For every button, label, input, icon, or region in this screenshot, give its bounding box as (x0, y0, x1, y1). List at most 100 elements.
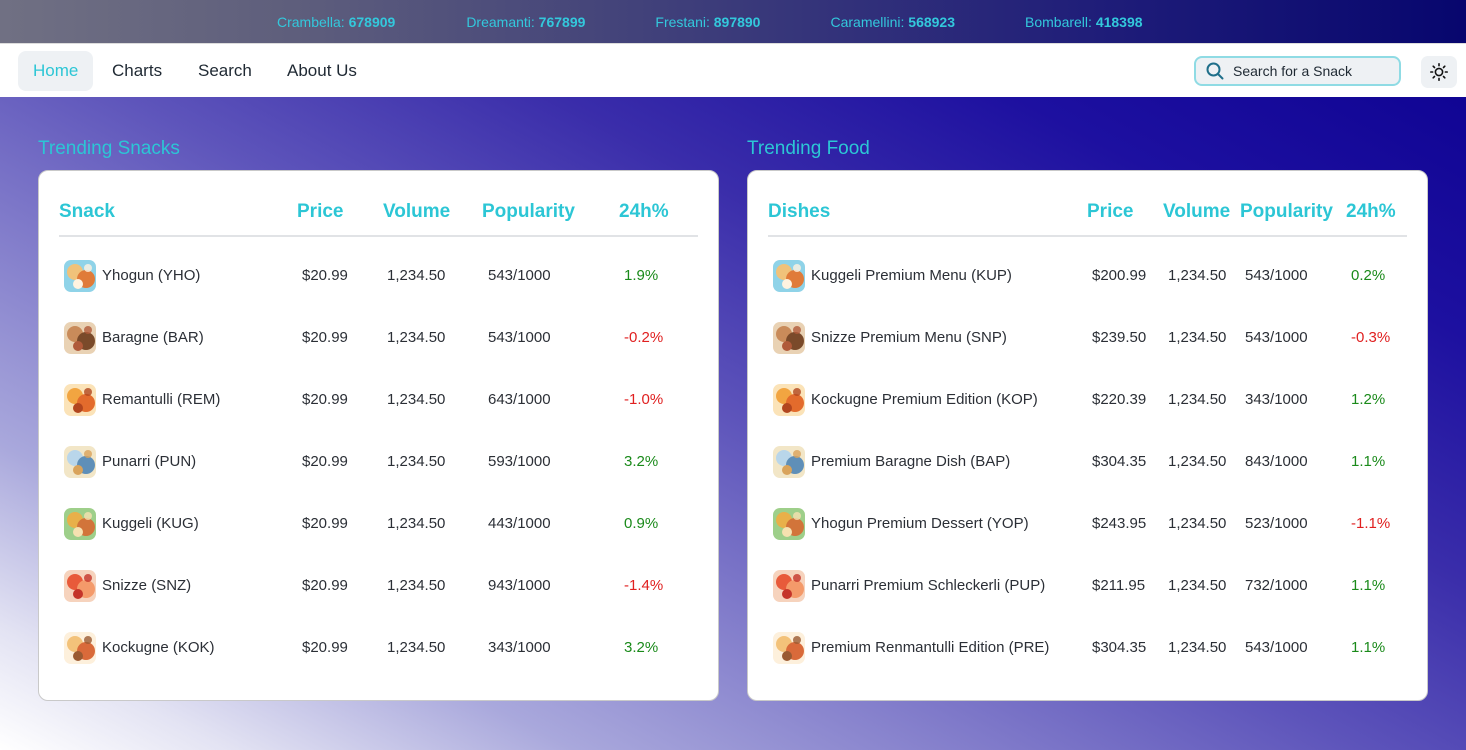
item-name: Premium Renmantulli Edition (PRE) (811, 638, 1050, 656)
food-thumbnail-image (773, 632, 805, 664)
col-header-dishes: Dishes (768, 201, 831, 222)
table-row[interactable]: Premium Baragne Dish (BAP) $304.35 1,234.5… (748, 433, 1429, 495)
volume-cell: 1,234.50 (387, 329, 446, 346)
item-name-cell: Yhogun Premium Dessert (YOP) (773, 508, 1029, 540)
item-name-cell: Punarri (PUN) (64, 446, 196, 478)
price-cell: $239.50 (1092, 329, 1147, 346)
price-cell: $20.99 (302, 329, 348, 346)
ticker-name: Caramellini: (830, 13, 905, 30)
volume-cell: 1,234.50 (1168, 577, 1227, 594)
item-name-cell: Kockugne (KOK) (64, 632, 215, 664)
table-row[interactable]: Punarri Premium Schleckerli (PUP) $211.95… (748, 557, 1429, 619)
price-cell: $20.99 (302, 515, 348, 532)
ticker-item: Crambella: 678909 (277, 14, 395, 30)
table-header: Dishes Price Volume Popularity 24h% (768, 201, 1407, 237)
nav-home-link[interactable]: Home (18, 51, 94, 91)
table-row[interactable]: Yhogun Premium Dessert (YOP) $243.95 1,234… (748, 495, 1429, 557)
item-name: Yhogun Premium Dessert (YOP) (811, 514, 1029, 532)
food-thumbnail-image (773, 508, 805, 540)
change-cell: 1.1% (1351, 453, 1386, 470)
change-cell: -0.2% (624, 329, 664, 346)
popularity-cell: 593/1000 (488, 453, 551, 470)
price-cell: $211.95 (1092, 577, 1146, 594)
table-row[interactable]: Kockugne Premium Edition (KOP) $220.39 1,2… (748, 371, 1429, 433)
top-nav: Home Charts Search About Us (0, 43, 1466, 97)
volume-cell: 1,234.50 (1168, 391, 1227, 408)
table-header: Snack Price Volume Popularity 24h% (59, 201, 698, 237)
table-row[interactable]: Yhogun (YHO) $20.99 1,234.50 543/1000 1.9% (39, 247, 720, 309)
search-input[interactable] (1233, 63, 1393, 79)
nav-about-link[interactable]: About Us (273, 51, 371, 91)
price-cell: $20.99 (302, 391, 348, 408)
ticker-item: Frestani: 897890 (655, 14, 760, 30)
ticker-value: 767899 (538, 13, 586, 30)
food-table-card: Dishes Price Volume Popularity 24h% Kugg… (747, 170, 1428, 701)
table-row[interactable]: Kuggeli (KUG) $20.99 1,234.50 443/1000 0.9% (39, 495, 720, 557)
table-row[interactable]: Kuggeli Premium Menu (KUP) $200.99 1,234.5… (748, 247, 1429, 309)
ticker-item: Dreamanti: 767899 (466, 14, 585, 30)
theme-toggle-button[interactable] (1421, 56, 1457, 88)
price-cell: $220.39 (1092, 391, 1147, 408)
nav-charts-link[interactable]: Charts (98, 51, 176, 91)
item-name: Kockugne Premium Edition (KOP) (811, 390, 1038, 408)
popularity-cell: 843/1000 (1245, 453, 1308, 470)
food-thumbnail-image (773, 260, 805, 292)
ticker-value: 568923 (908, 13, 955, 30)
item-name: Punarri (PUN) (102, 452, 197, 470)
food-thumbnail-image (64, 446, 96, 478)
table-row[interactable]: Snizze (SNZ) $20.99 1,234.50 943/1000 -1.4% (39, 557, 720, 619)
popularity-cell: 543/1000 (1245, 639, 1308, 656)
table-row[interactable]: Kockugne (KOK) $20.99 1,234.50 343/1000 3.2% (39, 619, 720, 681)
popularity-cell: 643/1000 (488, 391, 551, 408)
item-name: Snizze (SNZ) (102, 576, 192, 594)
item-name-cell: Baragne (BAR) (64, 322, 204, 354)
volume-cell: 1,234.50 (1168, 515, 1227, 532)
change-cell: 3.2% (624, 639, 659, 656)
table-row[interactable]: Baragne (BAR) $20.99 1,234.50 543/1000 -0.2% (39, 309, 720, 371)
search-box[interactable] (1194, 56, 1401, 86)
item-name: Punarri Premium Schleckerli (PUP) (811, 576, 1046, 594)
price-cell: $20.99 (302, 267, 348, 284)
food-thumbnail-image (773, 322, 805, 354)
nav-search-link[interactable]: Search (184, 51, 266, 91)
food-thumbnail-image (773, 384, 805, 416)
change-cell: 0.2% (1351, 267, 1386, 284)
item-name-cell: Punarri Premium Schleckerli (PUP) (773, 570, 1045, 602)
col-header-popularity: Popularity (482, 201, 575, 222)
change-cell: -1.0% (624, 391, 664, 408)
food-thumbnail-image (64, 632, 96, 664)
item-name: Yhogun (YHO) (102, 266, 201, 284)
popularity-cell: 943/1000 (488, 577, 551, 594)
food-thumbnail-image (64, 384, 96, 416)
change-cell: 1.9% (624, 267, 659, 284)
change-cell: -0.3% (1351, 329, 1391, 346)
sun-icon (1430, 63, 1448, 81)
volume-cell: 1,234.50 (1168, 329, 1227, 346)
volume-cell: 1,234.50 (387, 391, 446, 408)
item-name: Kuggeli (KUG) (102, 514, 199, 532)
popularity-cell: 732/1000 (1245, 577, 1308, 594)
col-header-volume: Volume (1163, 201, 1231, 222)
col-header-volume: Volume (383, 201, 451, 222)
table-row[interactable]: Premium Renmantulli Edition (PRE) $304.35… (748, 619, 1429, 681)
ticker-bar: Crambella: 678909 Dreamanti: 767899 Fres… (0, 0, 1466, 43)
price-cell: $304.35 (1092, 639, 1147, 656)
food-thumbnail-image (64, 322, 96, 354)
change-cell: 1.1% (1351, 639, 1386, 656)
table-row[interactable]: Remantulli (REM) $20.99 1,234.50 643/1000 -1… (39, 371, 720, 433)
col-header-popularity: Popularity (1240, 201, 1333, 222)
ticker-value: 897890 (713, 13, 761, 30)
table-row[interactable]: Punarri (PUN) $20.99 1,234.50 593/1000 3.2% (39, 433, 720, 495)
item-name: Kockugne (KOK) (102, 638, 215, 656)
popularity-cell: 343/1000 (488, 639, 551, 656)
ticker-item: Caramellini: 568923 (830, 14, 955, 30)
item-name-cell: Snizze Premium Menu (SNP) (773, 322, 1007, 354)
table-row[interactable]: Snizze Premium Menu (SNP) $239.50 1,234.50… (748, 309, 1429, 371)
change-cell: -1.1% (1351, 515, 1391, 532)
col-header-24h: 24h% (1346, 201, 1396, 222)
trending-snacks-title: Trending Snacks (38, 138, 180, 159)
volume-cell: 1,234.50 (387, 639, 446, 656)
item-name-cell: Remantulli (REM) (64, 384, 220, 416)
food-thumbnail-image (773, 570, 805, 602)
food-thumbnail-image (64, 260, 96, 292)
